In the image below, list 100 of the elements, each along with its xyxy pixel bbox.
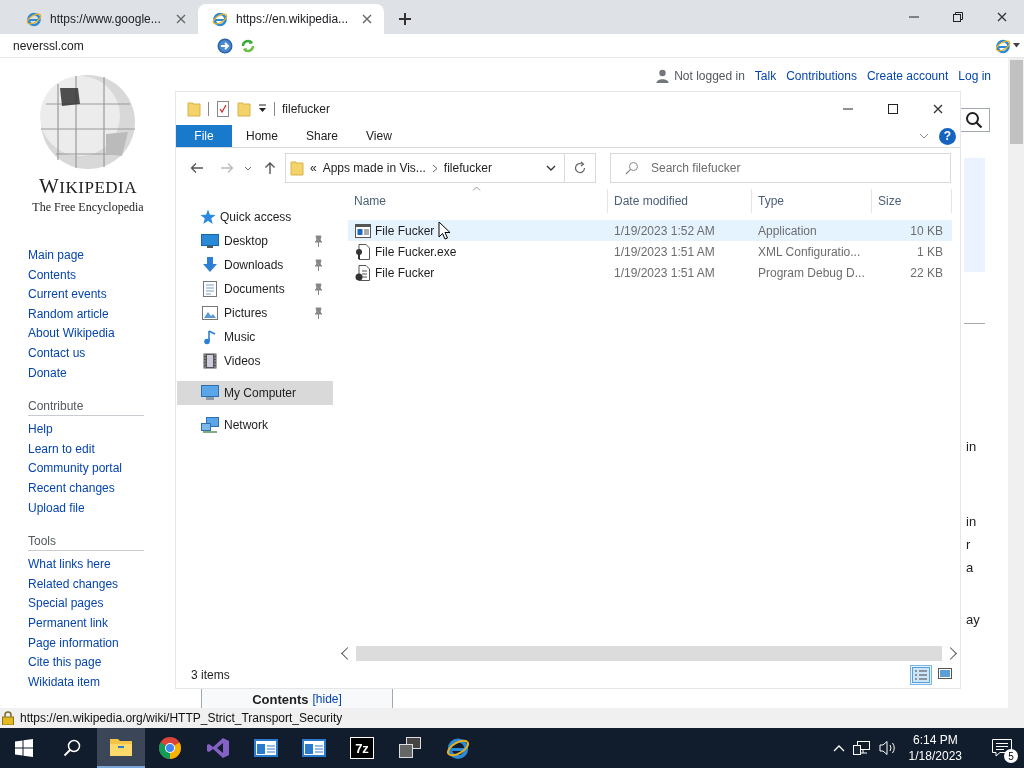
details-view-button[interactable] (910, 664, 932, 685)
nav-item[interactable]: Videos (176, 349, 333, 373)
network-icon[interactable] (852, 740, 871, 756)
taskbar-app[interactable]: 7z (338, 728, 386, 768)
mouse-cursor-icon (438, 221, 450, 240)
close-icon[interactable] (362, 14, 372, 24)
file-row[interactable]: File Fucker 1/19/2023 1:51 AM Program Debug D... 22 KB (348, 262, 952, 283)
browser-tab[interactable]: https://en.wikipedia... (198, 4, 384, 34)
ribbon-tab[interactable]: View (352, 125, 406, 147)
column-header[interactable]: Type (752, 189, 872, 213)
sidebar-link[interactable]: Permanent link (28, 613, 109, 634)
nav-item[interactable]: Desktop (176, 229, 333, 253)
arrow-right-icon[interactable] (217, 37, 233, 54)
size-cell-text: 22 KB (909, 265, 944, 280)
refresh-icon (573, 161, 587, 175)
sidebar-link[interactable]: What links here (28, 555, 111, 575)
scrollbar[interactable] (1008, 58, 1024, 708)
plus-icon[interactable] (398, 12, 412, 26)
nav-item[interactable]: Downloads (176, 253, 333, 277)
horizontal-scrollbar[interactable] (338, 646, 960, 661)
refresh-button[interactable] (565, 153, 596, 183)
window-icon (254, 738, 278, 758)
sidebar-link[interactable]: Related changes (28, 574, 119, 595)
recent-button[interactable] (243, 165, 253, 171)
nav-item[interactable]: Music (176, 325, 333, 349)
nav-item[interactable]: Pictures (176, 301, 333, 325)
archiver-logo: 7z (350, 737, 374, 759)
sidebar-link[interactable]: Random article (28, 304, 109, 325)
article-text: r (966, 537, 971, 553)
sidebar-link[interactable]: Learn to edit (28, 439, 95, 460)
star-icon (200, 209, 216, 225)
sidebar-link[interactable]: Main page (28, 246, 85, 266)
close-icon[interactable] (176, 14, 186, 24)
browser-tab[interactable]: https://www.google... (12, 4, 198, 34)
breadcrumb-item[interactable]: Apps made in Vis... (322, 161, 426, 175)
checklist-icon[interactable] (216, 100, 230, 117)
sidebar-link[interactable]: Wikidata item (28, 672, 101, 693)
user-link[interactable]: Talk (754, 69, 777, 83)
file-name: File Fucker (375, 223, 435, 238)
nav-item[interactable]: Quick access (176, 205, 333, 229)
back-icon (190, 162, 204, 174)
up-button[interactable] (263, 161, 277, 175)
music-icon (203, 329, 217, 345)
ribbon-tab[interactable]: File (176, 125, 232, 147)
taskbar-app[interactable] (97, 728, 145, 768)
caret-up-icon[interactable] (832, 744, 845, 752)
nav-item[interactable]: Network (176, 413, 333, 437)
clock[interactable]: 6:14 PM 1/18/2023 (908, 732, 962, 764)
nav-item[interactable]: My Computer (177, 381, 333, 405)
sidebar-link[interactable]: Current events (28, 285, 107, 305)
sort-caret-icon (472, 186, 481, 191)
chevron-right-icon[interactable] (431, 163, 438, 173)
sidebar-link[interactable]: Upload file (28, 498, 85, 519)
breadcrumb-overflow[interactable]: « (310, 161, 317, 175)
column-header[interactable]: Size (872, 189, 952, 213)
refresh-icon[interactable] (240, 37, 256, 54)
column-header[interactable]: Name (348, 189, 608, 213)
sidebar-link[interactable]: Contents (28, 265, 77, 286)
sidebar-link[interactable]: Page information (28, 633, 119, 654)
folder-icon (187, 100, 201, 117)
details-view-icon (912, 666, 930, 683)
chevron-down-icon[interactable] (546, 165, 556, 171)
article-text: a (966, 560, 974, 576)
chrome-icon (158, 736, 182, 760)
sidebar-link[interactable]: About Wikipedia (28, 324, 115, 344)
sidebar-link[interactable]: Help (28, 420, 53, 440)
file-row[interactable]: File Fucker.exe 1/19/2023 1:51 AM XML Configuratio... 1 KB (348, 241, 952, 262)
notification-badge: 5 (1004, 749, 1018, 763)
status-url: https://en.wikipedia.org/wiki/HTTP_Strict_Transport_Security (20, 711, 343, 725)
user-link[interactable]: Contributions (786, 69, 857, 83)
column-header[interactable]: Date modified (608, 189, 752, 213)
user-link[interactable]: Create account (866, 69, 949, 83)
file-row[interactable]: File Fucker 1/19/2023 1:52 AM Application 10 KB (348, 220, 952, 241)
nav-item[interactable]: Documents (176, 277, 333, 301)
user-link[interactable]: Log in (958, 69, 991, 83)
back-button[interactable] (189, 162, 205, 174)
sidebar-heading: Contribute (28, 399, 144, 417)
browser-menu-button[interactable] (995, 37, 1020, 54)
sidebar-link[interactable]: Recent changes (28, 478, 115, 499)
hide-link[interactable]: [hide] (312, 692, 342, 708)
network-icon (201, 417, 219, 433)
site-title: WIKIPEDIA (39, 174, 137, 199)
search-field[interactable]: Search filefucker (610, 153, 951, 183)
sidebar-link[interactable]: Cite this page (28, 653, 102, 673)
volume-icon[interactable] (878, 740, 897, 756)
ribbon-tab[interactable]: Home (232, 125, 292, 147)
help-button[interactable]: ? (939, 127, 956, 145)
sidebar-link[interactable]: Donate (28, 363, 67, 384)
notification-button[interactable]: 5 (980, 728, 1024, 768)
window-title: filefucker (282, 101, 331, 116)
address-field[interactable]: neverssl.com (0, 38, 213, 53)
address-bar[interactable]: « Apps made in Vis... filefucker (285, 153, 565, 183)
sidebar-link[interactable]: Special pages (28, 594, 104, 614)
breadcrumb-item[interactable]: filefucker (443, 161, 492, 175)
caret-icon[interactable] (258, 104, 267, 113)
sidebar-link[interactable]: Community portal (28, 459, 123, 479)
sidebar-link[interactable]: Contact us (28, 343, 86, 364)
film-icon (203, 353, 217, 369)
ribbon-tab[interactable]: Share (292, 125, 353, 147)
search-icon (63, 739, 81, 757)
